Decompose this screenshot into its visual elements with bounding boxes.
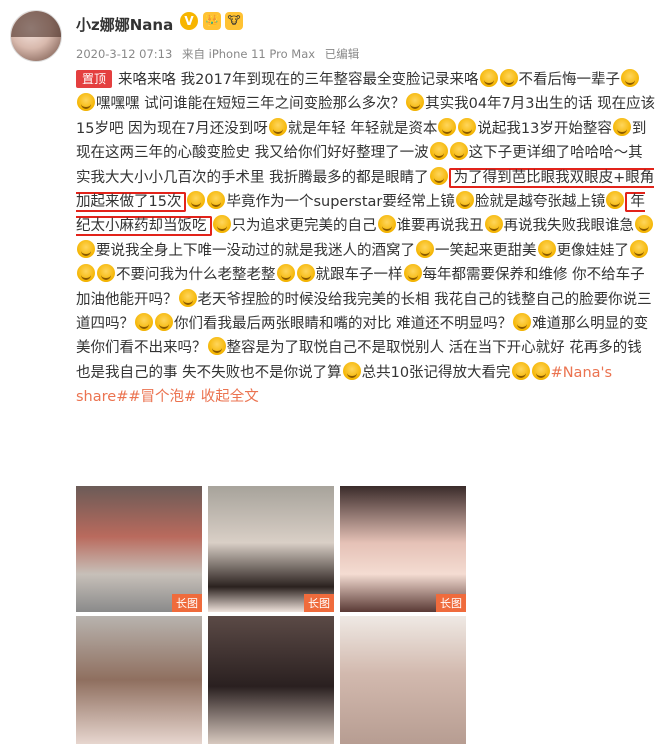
emoji-icon <box>135 313 153 332</box>
gallery-image[interactable] <box>76 616 202 744</box>
emoji-icon <box>429 166 448 185</box>
fan-badge-icon: 🐮 <box>225 12 243 30</box>
avatar-hair <box>11 11 61 37</box>
emoji-icon <box>77 239 95 258</box>
emoji-icon <box>458 117 477 136</box>
emoji-icon <box>268 117 287 136</box>
honor-badge-icon: 👑 <box>203 12 221 30</box>
user-avatar[interactable] <box>10 10 62 62</box>
emoji-icon <box>499 69 518 87</box>
long-image-tag: 长图 <box>436 594 466 612</box>
emoji-icon <box>406 93 425 112</box>
post-text-segment: 来咯来咯 我2017年到现在的三年整容最全变脸记录来咯 <box>118 72 479 88</box>
emoji-icon <box>438 117 457 136</box>
emoji-icon <box>429 142 448 161</box>
post-text-segment: 嘿嘿嘿 试问谁能在短短三年之间变脸那么多次？ <box>96 96 406 113</box>
post-text-segment: 就跟车子一样 <box>315 267 403 284</box>
emoji-icon <box>207 191 226 210</box>
post-source: 来自 iPhone 11 Pro Max <box>181 47 316 61</box>
post-text-segment: 就是年轻 年轻就是资本 <box>287 120 438 137</box>
edited-indicator[interactable]: 已编辑 <box>325 47 360 61</box>
post-text-segment: 脸就是越夸张越上镜 <box>474 194 606 211</box>
emoji-icon <box>77 93 95 112</box>
emoji-icon <box>212 215 231 234</box>
emoji-icon <box>449 142 468 161</box>
gallery-image[interactable] <box>340 616 466 744</box>
emoji-icon <box>621 69 640 87</box>
emoji-icon <box>187 191 206 210</box>
post-text-segment: 不要问我为什么老整老整 <box>116 267 276 284</box>
gallery-image[interactable]: 长图 <box>208 486 334 612</box>
verified-badge-icon: V <box>180 12 198 30</box>
emoji-icon <box>178 288 197 307</box>
post-text-segment: 说起我13岁开始整容 <box>477 120 612 137</box>
post-text-segment: 只为追求更完美的自己 <box>231 218 377 235</box>
post-text-segment: 更像娃娃了 <box>556 242 630 259</box>
emoji-icon <box>606 191 625 210</box>
emoji-icon <box>377 215 396 234</box>
emoji-icon <box>416 239 434 258</box>
post-text-segment: 一笑起来更甜美 <box>435 242 537 259</box>
emoji-icon <box>531 361 550 380</box>
emoji-icon <box>479 69 498 87</box>
emoji-icon <box>296 264 315 283</box>
post-text-segment: 谁要再说我丑 <box>396 218 484 235</box>
gallery-image[interactable]: 长图 <box>76 486 202 612</box>
post-content: 置顶 来咯来咯 我2017年到现在的三年整容最全变脸记录来咯 不看后悔一辈子嘿嘿嘿 … <box>76 68 656 410</box>
pinned-badge: 置顶 <box>76 70 113 88</box>
emoji-icon <box>455 191 474 210</box>
collapse-text-link[interactable]: 收起全文 <box>201 389 259 405</box>
post-text-segment: 再说我失败我眼谁急 <box>503 218 635 235</box>
post-meta: 2020-3-12 07:13 来自 iPhone 11 Pro Max 已编辑 <box>76 46 365 62</box>
emoji-icon <box>537 239 556 258</box>
emoji-icon <box>630 239 648 258</box>
post-text-segment: 不看后悔一辈子 <box>518 72 621 88</box>
emoji-icon <box>77 264 95 283</box>
post-text-segment: 总共10张记得放大看完 <box>361 364 511 381</box>
username[interactable]: 小z娜娜Nana <box>76 14 173 35</box>
post-text-segment: 你们看我最后两张眼睛和嘴的对比 难道还不明显吗？ <box>174 316 513 333</box>
emoji-icon <box>155 313 173 332</box>
post-text-segment: 毕竟作为一个superstar要经常上镜 <box>226 194 455 211</box>
emoji-icon <box>276 264 295 283</box>
long-image-tag: 长图 <box>304 594 334 612</box>
emoji-icon <box>484 215 503 234</box>
emoji-icon <box>97 264 115 283</box>
long-image-tag: 长图 <box>172 594 202 612</box>
emoji-icon <box>207 337 226 356</box>
post-timestamp[interactable]: 2020-3-12 07:13 <box>76 47 172 61</box>
emoji-icon <box>635 215 653 234</box>
emoji-icon <box>511 361 530 380</box>
emoji-icon <box>513 313 532 332</box>
post-text-segment: 要说我全身上下唯一没动过的就是我迷人的酒窝了 <box>96 242 415 259</box>
gallery-image[interactable]: 长图 <box>340 486 466 612</box>
emoji-icon <box>612 117 631 136</box>
gallery-image[interactable] <box>208 616 334 744</box>
emoji-icon <box>342 361 361 380</box>
emoji-icon <box>403 264 422 283</box>
